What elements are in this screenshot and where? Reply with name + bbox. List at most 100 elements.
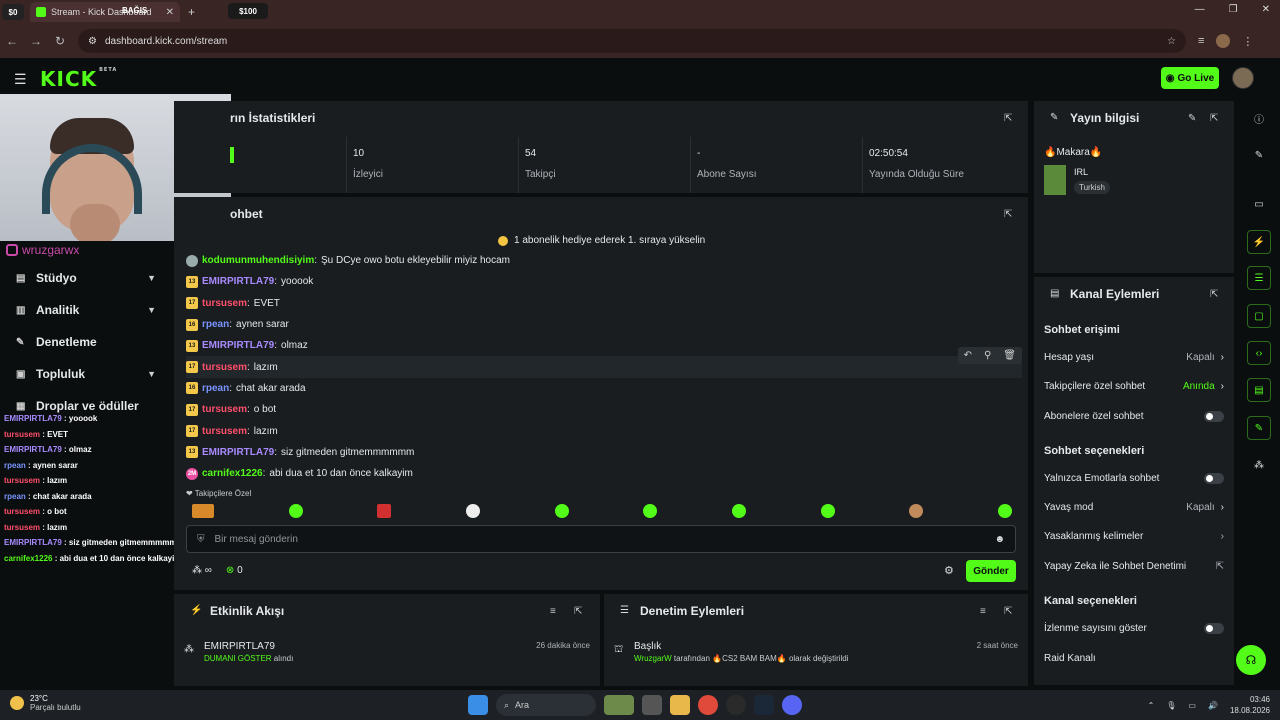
- url-field[interactable]: ⚙ dashboard.kick.com/stream ☆: [78, 29, 1186, 53]
- chat-username[interactable]: rpean: [202, 383, 229, 394]
- subs-only-toggle[interactable]: [1204, 411, 1224, 422]
- emote-icon[interactable]: [643, 504, 658, 518]
- hamburger-menu-icon[interactable]: ☰: [14, 71, 27, 88]
- pencil-icon[interactable]: ✎: [1247, 143, 1271, 167]
- start-icon[interactable]: [468, 695, 488, 715]
- chat-message[interactable]: 17 tursusem: o bot: [186, 399, 1022, 420]
- popout-icon[interactable]: ⇱: [1210, 113, 1218, 124]
- chat-username[interactable]: tursusem: [202, 362, 247, 373]
- chat-message[interactable]: kodumunmuhendisiyim: Şu DCye owo botu ekl…: [186, 250, 1022, 271]
- emote-icon[interactable]: [820, 504, 835, 518]
- chat-message[interactable]: 16 rpean: aynen sarar: [186, 314, 1022, 335]
- popout-icon[interactable]: ⇱: [1004, 113, 1012, 124]
- popout-icon[interactable]: ⇱: [1004, 606, 1012, 617]
- pin-icon[interactable]: ⚲: [984, 350, 991, 361]
- emote-icon[interactable]: [377, 504, 392, 518]
- filter-icon[interactable]: ≡: [550, 606, 556, 617]
- subs-only-setting[interactable]: Abonelere özel sohbet: [1044, 411, 1224, 422]
- sub-gift-banner[interactable]: 1 abonelik hediye ederek 1. sıraya yükse…: [498, 235, 705, 246]
- slow-mode-setting[interactable]: Yavaş mod Kapalı ›: [1044, 502, 1224, 513]
- chat-settings-icon[interactable]: ⚙: [944, 564, 954, 577]
- app-icon[interactable]: [726, 695, 746, 715]
- show-viewers-toggle[interactable]: [1204, 623, 1224, 634]
- back-icon[interactable]: ←: [0, 34, 24, 48]
- raid-channel-setting[interactable]: Raid Kanalı: [1044, 653, 1224, 664]
- account-age-setting[interactable]: Hesap yaşı Kapalı ›: [1044, 352, 1224, 363]
- minimize-icon[interactable]: —: [1195, 4, 1205, 15]
- code-panel-button[interactable]: ‹›: [1247, 341, 1271, 365]
- playlist-icon[interactable]: ≡: [1198, 35, 1204, 47]
- ai-moderation-setting[interactable]: Yapay Zeka ile Sohbet Denetimi ⇱: [1044, 561, 1224, 572]
- sidebar-item-community[interactable]: ▣ Topluluk ▼: [0, 358, 170, 390]
- clock[interactable]: 03:46 18.08.2026: [1230, 694, 1270, 716]
- chat-message[interactable]: 2M carnifex1226: abi dua et 10 dan önce ka…: [186, 463, 1022, 484]
- reload-icon[interactable]: ↻: [48, 34, 72, 48]
- chat-username[interactable]: tursusem: [202, 404, 247, 415]
- new-tab-icon[interactable]: +: [188, 5, 195, 19]
- emote-icon[interactable]: [997, 504, 1012, 518]
- steam-icon[interactable]: [754, 695, 774, 715]
- info-icon[interactable]: ⓘ: [1247, 106, 1271, 130]
- browser-tab[interactable]: Stream - Kick Dashboard ✕: [30, 2, 180, 22]
- chat-message[interactable]: 16 rpean: chat akar arada: [186, 378, 1022, 399]
- popout-icon[interactable]: ⇱: [1210, 289, 1218, 300]
- kick-logo[interactable]: KICK BETA: [40, 67, 117, 91]
- chat-username[interactable]: rpean: [202, 319, 229, 330]
- discord-icon[interactable]: [782, 695, 802, 715]
- file-explorer-icon[interactable]: [670, 695, 690, 715]
- bolt-panel-button[interactable]: ⚡: [1247, 230, 1271, 254]
- forward-icon[interactable]: →: [24, 34, 48, 48]
- chat-username[interactable]: tursusem: [202, 426, 247, 437]
- chat-username[interactable]: EMIRPIRTLA79: [202, 340, 274, 351]
- network-icon[interactable]: ▭: [1188, 701, 1196, 710]
- chat-message[interactable]: 17 tursusem: lazım: [186, 420, 1022, 441]
- tray-chevron-icon[interactable]: ⌃: [1148, 701, 1155, 710]
- channel-panel-button[interactable]: ▤: [1247, 378, 1271, 402]
- weather-widget[interactable]: 23°C Parçalı bulutlu: [10, 694, 81, 712]
- volume-icon[interactable]: 🔊: [1208, 701, 1218, 710]
- go-live-button[interactable]: ◉ Go Live: [1161, 67, 1219, 89]
- tab-close-icon[interactable]: ✕: [166, 7, 174, 18]
- chat-panel-button[interactable]: ▢: [1247, 304, 1271, 328]
- taskbar-search[interactable]: ⌕ Ara: [496, 694, 596, 716]
- emote-only-toggle[interactable]: [1204, 473, 1224, 484]
- emote-icon[interactable]: [731, 504, 746, 518]
- chat-username[interactable]: EMIRPIRTLA79: [202, 276, 274, 287]
- filter-icon[interactable]: ≡: [980, 606, 986, 617]
- chat-username[interactable]: EMIRPIRTLA79: [202, 447, 274, 458]
- wrench-panel-button[interactable]: ✎: [1247, 416, 1271, 440]
- chat-message[interactable]: 13 EMIRPIRTLA79: siz gitmeden gitmemmmmmm: [186, 442, 1022, 463]
- popout-icon[interactable]: ⇱: [1004, 209, 1012, 220]
- sidebar-item-moderation[interactable]: ✎ Denetleme: [0, 326, 170, 358]
- chat-message[interactable]: 13 EMIRPIRTLA79: yooook: [186, 271, 1022, 292]
- banned-words-setting[interactable]: Yasaklanmış kelimeler ›: [1044, 531, 1224, 542]
- emote-icon[interactable]: [288, 504, 303, 518]
- emote-icon[interactable]: [465, 504, 480, 518]
- chat-message[interactable]: 17 tursusem: EVET: [186, 293, 1022, 314]
- sidebar-item-analytics[interactable]: ▥ Analitik ▼: [0, 294, 170, 326]
- delete-icon[interactable]: 🗑: [1003, 350, 1016, 361]
- close-window-icon[interactable]: ✕: [1262, 4, 1270, 15]
- more-panels-icon[interactable]: ⁂: [1247, 453, 1271, 477]
- video-icon[interactable]: ▭: [1247, 192, 1271, 216]
- popout-icon[interactable]: ⇱: [574, 606, 582, 617]
- followers-only-setting[interactable]: Takipçilere özel sohbet Anında ›: [1044, 381, 1224, 392]
- user-avatar[interactable]: [1232, 67, 1254, 89]
- support-chat-button[interactable]: ☊: [1236, 645, 1266, 675]
- show-viewers-setting[interactable]: İzlenme sayısını göster: [1044, 623, 1224, 634]
- undo-icon[interactable]: ↶: [964, 350, 972, 361]
- send-button[interactable]: Gönder: [966, 560, 1016, 582]
- chat-message[interactable]: 17 tursusem: lazım: [186, 356, 1022, 378]
- emote-icon[interactable]: [554, 504, 569, 518]
- widget-icon[interactable]: [604, 695, 634, 715]
- chat-username[interactable]: kodumunmuhendisiyim: [202, 255, 314, 266]
- bookmark-star-icon[interactable]: ☆: [1167, 36, 1176, 47]
- mic-icon[interactable]: 🎙: [1166, 701, 1176, 710]
- emote-icon[interactable]: [909, 504, 924, 518]
- edit-icon[interactable]: ✎: [1188, 113, 1196, 124]
- chat-username[interactable]: carnifex1226: [202, 468, 263, 479]
- emote-only-setting[interactable]: Yalnızca Emotlarla sohbet: [1044, 473, 1224, 484]
- list-panel-button[interactable]: ☰: [1247, 266, 1271, 290]
- maximize-icon[interactable]: ❐: [1229, 4, 1238, 15]
- sidebar-item-studio[interactable]: ▤ Stüdyo ▼: [0, 262, 170, 294]
